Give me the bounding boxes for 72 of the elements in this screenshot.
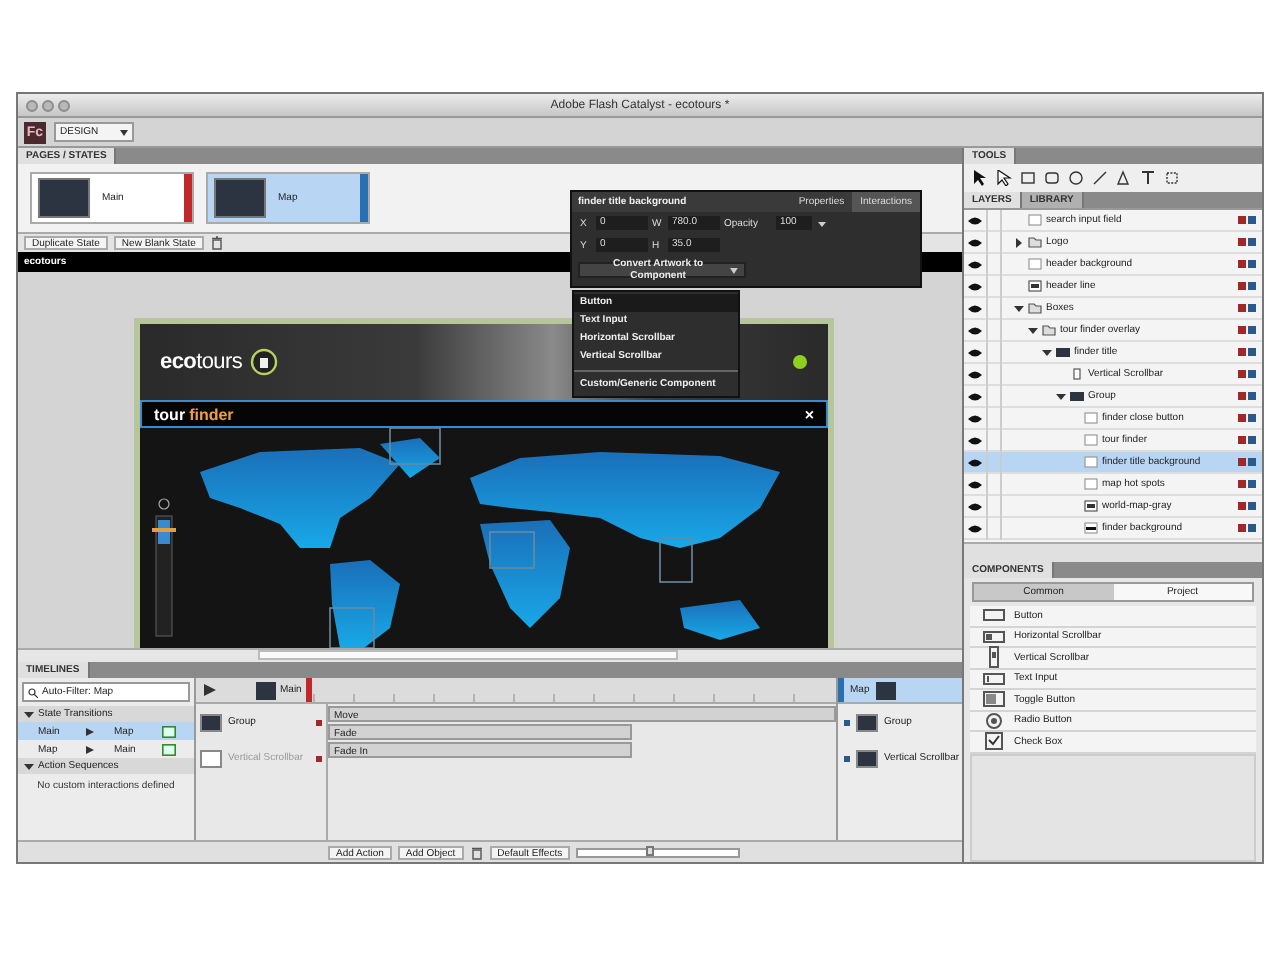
ellipse-tool-icon[interactable] bbox=[1068, 170, 1084, 186]
rectangle-tool-icon[interactable] bbox=[1020, 170, 1036, 186]
close-button[interactable]: × bbox=[804, 405, 814, 423]
component-icon bbox=[982, 730, 1006, 753]
layer-flags-icon bbox=[1238, 392, 1256, 400]
folder-icon bbox=[1028, 236, 1042, 248]
zoom-slider-thumb[interactable] bbox=[646, 845, 655, 855]
layer-flags-icon bbox=[1238, 370, 1256, 378]
layer-flags-icon bbox=[1238, 238, 1256, 246]
shape-tool-icon[interactable] bbox=[1116, 170, 1132, 186]
photo-placeholder bbox=[38, 178, 90, 218]
horizontal-scrollbar[interactable] bbox=[258, 650, 678, 660]
state-marker bbox=[305, 678, 312, 702]
expanded-triangle-icon[interactable] bbox=[1014, 303, 1024, 313]
finder-title-word: tour bbox=[154, 405, 186, 423]
layer-flags-icon bbox=[1238, 304, 1256, 312]
layer-flags-icon bbox=[1238, 216, 1256, 224]
object-thumbnail-icon bbox=[200, 749, 222, 767]
transform-tool-icon[interactable] bbox=[1164, 170, 1180, 186]
photo-placeholder bbox=[214, 178, 266, 218]
minimize-button[interactable] bbox=[42, 99, 54, 111]
select-tool-icon[interactable] bbox=[972, 170, 988, 186]
component-icon bbox=[982, 667, 1006, 690]
line-tool-icon[interactable] bbox=[1092, 170, 1108, 186]
status-light-icon bbox=[792, 354, 808, 370]
object-thumbnail-icon bbox=[200, 713, 222, 731]
component-icon bbox=[982, 604, 1006, 627]
layer-flags-icon bbox=[1238, 282, 1256, 290]
expanded-triangle-icon[interactable] bbox=[24, 709, 34, 719]
object-thumbnail-icon bbox=[856, 713, 878, 731]
layer-thumbnail-icon bbox=[1084, 522, 1098, 534]
direct-select-tool-icon[interactable] bbox=[996, 170, 1012, 186]
layer-flags-icon bbox=[1238, 260, 1256, 268]
layer-flags-icon bbox=[1238, 436, 1256, 444]
keyframe-icon bbox=[844, 719, 850, 725]
state-marker bbox=[838, 678, 844, 702]
layer-flags-icon bbox=[1238, 348, 1256, 356]
caret-icon bbox=[120, 129, 128, 135]
trash-icon[interactable] bbox=[469, 845, 484, 859]
component-icon bbox=[982, 688, 1006, 711]
expanded-triangle-icon[interactable] bbox=[24, 761, 34, 771]
text-tool-icon[interactable] bbox=[1140, 170, 1156, 186]
component-icon bbox=[982, 625, 1006, 648]
hand-logo-icon bbox=[250, 348, 279, 376]
search-icon bbox=[28, 687, 38, 697]
expanded-triangle-icon[interactable] bbox=[1028, 325, 1038, 335]
photo-placeholder bbox=[256, 681, 276, 699]
object-thumbnail-icon bbox=[856, 749, 878, 767]
close-button[interactable] bbox=[26, 99, 38, 111]
layer-flags-icon bbox=[1238, 524, 1256, 532]
layer-thumbnail-icon bbox=[1028, 214, 1042, 226]
arrow-icon bbox=[86, 745, 94, 753]
play-icon[interactable] bbox=[204, 684, 216, 696]
zoom-button[interactable] bbox=[58, 99, 70, 111]
ecotours-logo-text: ecotours bbox=[160, 350, 243, 374]
photo-placeholder bbox=[875, 681, 896, 699]
keyframe-icon bbox=[316, 719, 322, 725]
layer-flags-icon bbox=[1238, 414, 1256, 422]
trash-icon[interactable] bbox=[209, 236, 224, 250]
rounded-rectangle-tool-icon[interactable] bbox=[1044, 170, 1060, 186]
layer-flags-icon bbox=[1238, 458, 1256, 466]
component-icon bbox=[982, 709, 1006, 732]
expanded-triangle-icon[interactable] bbox=[1042, 347, 1052, 357]
layer-flags-icon bbox=[1238, 480, 1256, 488]
expanded-triangle-icon[interactable] bbox=[1056, 391, 1066, 401]
keyframe-icon bbox=[844, 755, 850, 761]
layer-flags-icon bbox=[1238, 326, 1256, 334]
collapsed-triangle-icon[interactable] bbox=[1014, 237, 1024, 247]
arrow-icon bbox=[86, 727, 94, 735]
finder-title-word: finder bbox=[189, 405, 234, 423]
layer-flags-icon bbox=[1238, 502, 1256, 510]
keyframe-icon bbox=[316, 755, 322, 761]
